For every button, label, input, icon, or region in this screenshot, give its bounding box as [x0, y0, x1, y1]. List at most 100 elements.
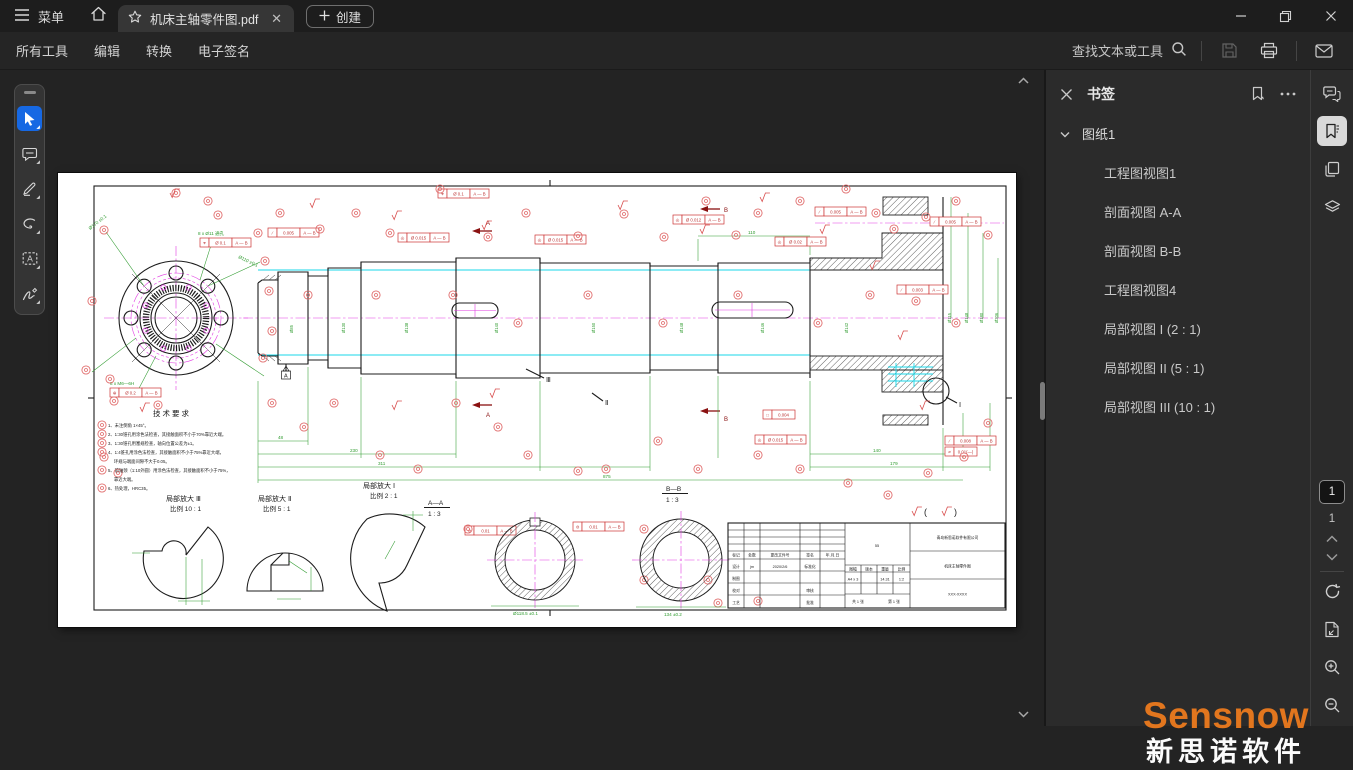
dim-aa: Ø118.5 ±0.1 — [513, 611, 538, 616]
svg-text:Ø 0.015: Ø 0.015 — [768, 438, 784, 443]
dim-140: 140 — [873, 448, 881, 453]
sign-tool-button[interactable] — [17, 281, 42, 306]
print-button[interactable] — [1256, 38, 1282, 64]
pages-icon — [1324, 161, 1340, 178]
svg-text:图幅: 图幅 — [849, 567, 857, 572]
svg-text:A — B: A — B — [473, 192, 485, 197]
svg-text:环规与端面间隙不大于0.05。: 环规与端面间隙不大于0.05。 — [114, 458, 170, 465]
panel-title: 书签 — [1087, 84, 1236, 104]
svg-text:6、热处理，HRC35。: 6、热处理，HRC35。 — [108, 485, 150, 492]
zoom-in-icon — [1324, 659, 1341, 676]
svg-text:◎: ◎ — [676, 218, 680, 223]
create-button[interactable]: 创建 — [306, 5, 374, 28]
svg-text:B: B — [724, 417, 728, 423]
svg-text:(: ( — [924, 507, 927, 517]
previous-page-button[interactable] — [1326, 535, 1338, 543]
esign-menu[interactable]: 电子签名 — [198, 41, 250, 60]
minimize-button[interactable] — [1218, 0, 1263, 32]
svg-text:Ø138: Ø138 — [404, 322, 409, 333]
svg-text:0.004: 0.004 — [778, 413, 789, 418]
select-tool-button[interactable] — [17, 106, 42, 131]
add-bookmark-icon[interactable] — [1250, 86, 1266, 102]
brand-logo-cn: 新思诺软件 — [1141, 734, 1311, 770]
save-button[interactable] — [1216, 38, 1242, 64]
scroll-up-button[interactable] — [1014, 72, 1032, 88]
zoom-in-button[interactable] — [1317, 652, 1347, 682]
bookmark-root-item[interactable]: 图纸1 — [1046, 114, 1310, 153]
edit-menu[interactable]: 编辑 — [94, 41, 120, 60]
email-button[interactable] — [1311, 38, 1337, 64]
bookmark-item[interactable]: 工程图视图1 — [1046, 153, 1310, 192]
edit-text-tool-button[interactable]: A — [17, 246, 42, 271]
svg-text:A — B: A — B — [145, 391, 157, 396]
tech-notes: 技术要求 1、未注倒角 1×45°。 2、1:30锥孔用涂色法检查，其接触面积不… — [108, 408, 230, 492]
svg-text:审核: 审核 — [806, 588, 814, 593]
svg-text:Ø85: Ø85 — [289, 324, 294, 333]
bookmarks-panel-button[interactable] — [1317, 116, 1347, 146]
hole-callout: 8 x Ø11 通孔 — [198, 230, 225, 237]
dim-179: 179 — [890, 461, 898, 466]
draw-tool-button[interactable] — [17, 211, 42, 236]
section-aa: A—A 1 : 3 Ø118.5 ±0.1 — [424, 500, 583, 616]
svg-text:Ø148: Ø148 — [679, 322, 684, 333]
detail-callout-ii: Ⅱ — [605, 400, 608, 407]
svg-text:jm: jm — [749, 565, 754, 569]
detail-i: 局部放大 Ⅰ 比例 2 : 1 — [351, 481, 425, 611]
dim-bb: 134 ±0.2 — [664, 612, 682, 617]
window-controls — [1218, 0, 1353, 32]
section-bb: B—B 1 : 3 134 ±0.2 — [632, 486, 730, 617]
svg-text:Ø142: Ø142 — [844, 322, 849, 333]
bookmark-item[interactable]: 局部视图 I (2 : 1) — [1046, 309, 1310, 348]
convert-menu[interactable]: 转换 — [146, 41, 172, 60]
svg-text:◎: ◎ — [401, 236, 405, 241]
bookmark-item[interactable]: 局部视图 II (5 : 1) — [1046, 348, 1310, 387]
bookmark-item[interactable]: 局部视图 III (10 : 1) — [1046, 387, 1310, 426]
restore-button[interactable] — [1263, 0, 1308, 32]
menu-button[interactable]: 菜单 — [0, 0, 78, 32]
svg-text:更改文件号: 更改文件号 — [771, 553, 790, 558]
rail-drag-handle[interactable] — [24, 91, 36, 94]
close-panel-icon[interactable] — [1060, 88, 1073, 101]
svg-text:校对: 校对 — [732, 588, 740, 593]
tb-part-no: XXX-XXXX — [948, 593, 967, 597]
document-viewport[interactable]: Ø170 ±0.1 Ø110 ±0.1 8 x Ø11 通孔 8 x M6—6H — [0, 70, 1045, 726]
bookmark-item[interactable]: 剖面视图 A-A — [1046, 192, 1310, 231]
pdf-page[interactable]: Ø170 ±0.1 Ø110 ±0.1 8 x Ø11 通孔 8 x M6—6H — [58, 173, 1016, 627]
dim-48: 48 — [278, 435, 284, 440]
more-options-icon[interactable] — [1280, 92, 1296, 96]
close-window-button[interactable] — [1308, 0, 1353, 32]
svg-text:Ø 0.1: Ø 0.1 — [453, 192, 464, 197]
rotate-page-button[interactable] — [1317, 576, 1347, 606]
home-button[interactable] — [78, 0, 118, 32]
comment-tool-button[interactable] — [17, 141, 42, 166]
highlight-tool-button[interactable] — [17, 176, 42, 201]
bookmark-item[interactable]: 剖面视图 B-B — [1046, 231, 1310, 270]
hamburger-icon — [14, 8, 30, 25]
dim-110: 110 — [748, 230, 756, 235]
section-cut — [810, 197, 949, 425]
dim-875: 875 — [603, 474, 611, 479]
tab-close-icon[interactable]: ✕ — [269, 11, 284, 27]
comments-panel-button[interactable] — [1317, 78, 1347, 108]
document-tab[interactable]: 机床主轴零件图.pdf ✕ — [118, 5, 294, 32]
page-thumbnails-button[interactable] — [1317, 154, 1347, 184]
svg-text:Ø115: Ø115 — [947, 312, 952, 323]
svg-text:Ø146: Ø146 — [760, 322, 765, 333]
layers-icon — [1324, 199, 1341, 215]
layers-panel-button[interactable] — [1317, 192, 1347, 222]
next-page-button[interactable] — [1326, 553, 1338, 561]
page-navigation: 1 1 — [1317, 480, 1347, 720]
dim-311: 311 — [378, 461, 386, 466]
svg-text:A — B: A — B — [235, 241, 247, 246]
zoom-out-button[interactable] — [1317, 690, 1347, 720]
current-page-input[interactable]: 1 — [1319, 480, 1345, 504]
flange-dim-170: Ø170 ±0.1 — [88, 213, 108, 230]
search-tools-button[interactable]: 查找文本或工具 — [1072, 41, 1187, 60]
bookmark-item[interactable]: 工程图视图4 — [1046, 270, 1310, 309]
fit-page-button[interactable] — [1317, 614, 1347, 644]
all-tools-menu[interactable]: 所有工具 — [16, 41, 68, 60]
scroll-down-button[interactable] — [1014, 706, 1032, 722]
cursor-icon — [23, 111, 37, 126]
detail-iii: 局部放大 Ⅲ 比例 10 : 1 — [132, 494, 223, 605]
panel-resize-grip[interactable] — [1040, 382, 1045, 420]
